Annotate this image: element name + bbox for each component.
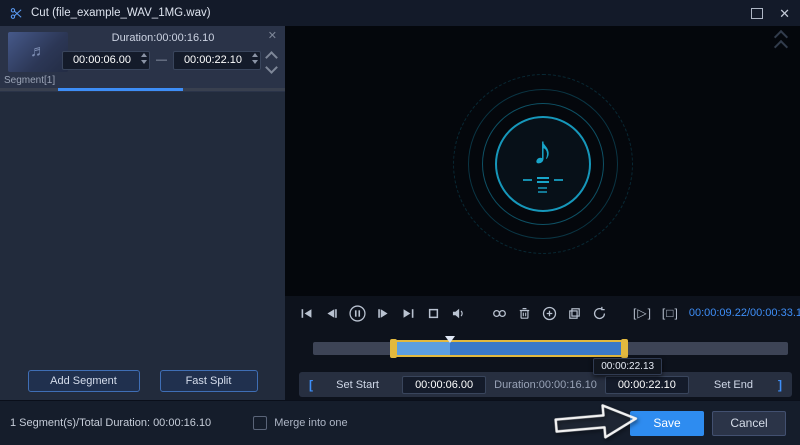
segment-editor-header: ♬ Duration:00:00:16.10 — ✕ Segment[1]: [0, 26, 285, 92]
merge-checkbox[interactable]: [253, 416, 268, 430]
move-segment-down-icon[interactable]: [265, 61, 278, 74]
skip-end-icon[interactable]: [401, 305, 416, 322]
pause-icon[interactable]: [349, 304, 366, 322]
range-separator: —: [156, 53, 167, 66]
scissors-icon: [10, 7, 23, 20]
playhead-marker[interactable]: [444, 336, 455, 343]
music-note-icon: ♪: [532, 129, 553, 173]
timeline-tooltip: 00:00:22.13: [593, 358, 663, 375]
delete-icon[interactable]: [517, 305, 532, 322]
trim-start-input[interactable]: [402, 375, 487, 394]
music-note-icon: ♬: [30, 43, 46, 60]
maximize-button[interactable]: [751, 7, 764, 19]
segment-end-input[interactable]: [173, 50, 261, 70]
merge-label[interactable]: Merge into one: [274, 417, 347, 429]
add-split-icon[interactable]: [542, 305, 557, 322]
frame-back-icon[interactable]: [324, 305, 339, 322]
skip-start-icon[interactable]: [299, 305, 314, 322]
segment-actions: Add Segment Fast Split: [0, 370, 285, 392]
preview-viewer: ♪: [285, 26, 800, 296]
split-icon[interactable]: [492, 305, 507, 322]
right-bracket: ]: [778, 377, 782, 392]
annotation-arrow-icon: [554, 404, 638, 439]
preview-panel: ♪ [▷] [□] 00:00:09.22/00:00:33.13 00:00:…: [285, 26, 800, 400]
reset-icon[interactable]: [592, 305, 607, 322]
selection-played-region: [393, 342, 451, 355]
frame-forward-icon[interactable]: [376, 305, 391, 322]
trim-end-input[interactable]: [604, 375, 689, 394]
copy-icon[interactable]: [567, 305, 582, 322]
equalizer-dashes: [522, 177, 563, 183]
segments-panel: ♬ Duration:00:00:16.10 — ✕ Segment[1]: [0, 26, 285, 400]
titlebar: Cut (file_example_WAV_1MG.wav) ✕: [0, 0, 800, 26]
audio-core-circle: ♪: [494, 116, 591, 212]
preview-play-button[interactable]: [▷]: [633, 306, 652, 320]
stepper-up-icon[interactable]: [252, 53, 258, 57]
left-bracket: [: [309, 377, 313, 392]
trim-duration-label: Duration:00:00:16.10: [494, 378, 597, 391]
cancel-button[interactable]: Cancel: [712, 410, 786, 436]
add-segment-button[interactable]: Add Segment: [27, 370, 140, 392]
segment-start-input[interactable]: [62, 50, 150, 70]
remove-segment-button[interactable]: ✕: [268, 29, 277, 42]
selection-end-handle[interactable]: [620, 339, 628, 358]
fast-split-button[interactable]: Fast Split: [159, 370, 258, 392]
stepper-down-icon[interactable]: [252, 60, 258, 64]
player-controls: [▷] [□] 00:00:09.22/00:00:33.13: [285, 298, 800, 328]
set-end-button[interactable]: Set End: [697, 379, 770, 391]
window-close-button[interactable]: ✕: [779, 7, 790, 20]
segment-thumbnail[interactable]: ♬: [8, 32, 68, 72]
segment-label: Segment[1]: [4, 75, 56, 86]
window-title: Cut (file_example_WAV_1MG.wav): [31, 7, 211, 19]
cut-dialog: Cut (file_example_WAV_1MG.wav) ✕ ♬ Durat…: [0, 0, 800, 445]
timeline-track[interactable]: [313, 336, 788, 358]
timeline[interactable]: 00:00:22.13: [313, 336, 788, 375]
set-start-button[interactable]: Set Start: [321, 379, 394, 391]
footer-bar: 1 Segment(s)/Total Duration: 00:00:16.10…: [0, 400, 800, 445]
collapse-chevrons-icon[interactable]: [773, 29, 789, 55]
stepper-up-icon[interactable]: [141, 53, 147, 57]
equalizer-dashes-2: [538, 187, 547, 193]
segment-duration-label: Duration:00:00:16.10: [111, 32, 215, 44]
timeline-selection[interactable]: [389, 339, 628, 358]
segment-progress-fill: [58, 88, 183, 91]
selection-start-handle[interactable]: [389, 339, 397, 358]
segment-time-range: —: [62, 50, 261, 70]
volume-icon[interactable]: [451, 305, 466, 322]
preview-stop-button[interactable]: [□]: [662, 306, 679, 320]
stop-icon[interactable]: [426, 305, 441, 322]
segment-progress-track: [0, 88, 285, 91]
stepper-down-icon[interactable]: [141, 60, 147, 64]
trim-bar: [ Set Start Duration:00:00:16.10 Set End…: [299, 372, 792, 397]
summary-text: 1 Segment(s)/Total Duration: 00:00:16.10: [10, 417, 212, 429]
audio-visualization: ♪: [452, 74, 633, 254]
window-controls: ✕: [751, 7, 790, 20]
playback-time: 00:00:09.22/00:00:33.13: [688, 307, 800, 319]
